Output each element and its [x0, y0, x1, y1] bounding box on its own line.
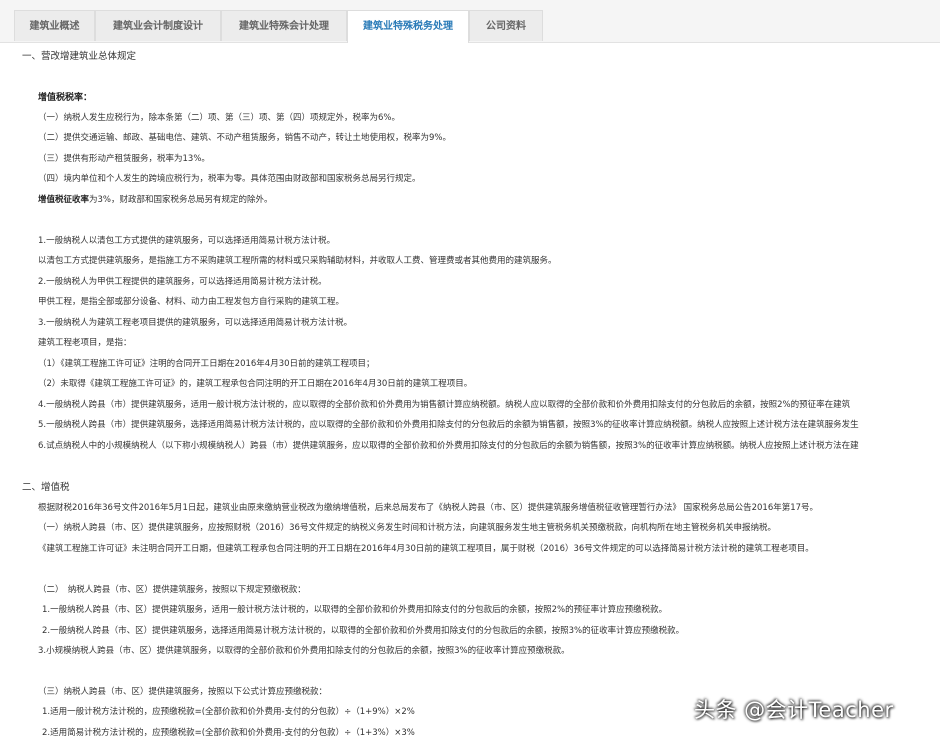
tab-industry-overview[interactable]: 建筑业概述	[14, 10, 95, 41]
paragraph: （一）纳税人跨县（市、区）提供建筑服务，应按照财税（2016）36号文件规定的纳…	[38, 523, 776, 533]
tab-company-info[interactable]: 公司资料	[469, 10, 543, 41]
rule-item: 6.试点纳税人中的小规模纳税人（以下称小规模纳税人）跨县（市）提供建筑服务，应以…	[38, 441, 859, 451]
section-heading: 二、增值税	[22, 482, 70, 493]
tab-special-tax[interactable]: 建筑业特殊税务处理	[347, 10, 469, 43]
subsection-heading: （二） 纳税人跨县（市、区）提供建筑服务，按照以下规定预缴税款：	[38, 585, 306, 595]
watermark: 头条 @会计Teacher	[694, 698, 894, 722]
levy-rate-line: 增值税征收率为3%，财政部和国家税务总局另有规定的除外。	[38, 194, 273, 206]
tab-accounting-system-design[interactable]: 建筑业会计制度设计	[95, 10, 221, 41]
subsection-heading: （三）纳税人跨县（市、区）提供建筑服务，按照以下公式计算应预缴税款：	[38, 687, 328, 697]
rule-item: 以清包工方式提供建筑服务，是指施工方不采购建筑工程所需的材料或只采购辅助材料，并…	[38, 256, 557, 266]
rule-item: 5.一般纳税人跨县（市）提供建筑服务，选择适用简易计税方法计税的，应以取得的全部…	[38, 420, 859, 430]
rule-item: 建筑工程老项目，是指：	[38, 338, 132, 348]
formula-item: 1.适用一般计税方法计税的，应预缴税款=(全部价款和价外费用-支付的分包款）÷（…	[42, 707, 415, 717]
vat-rate-heading: 增值税税率：	[38, 93, 93, 103]
rule-item: 4.一般纳税人跨县（市）提供建筑服务，适用一般计税方法计税的，应以取得的全部价款…	[38, 400, 851, 410]
tab-special-accounting[interactable]: 建筑业特殊会计处理	[221, 10, 347, 41]
levy-rate-label: 增值税征收率	[38, 195, 90, 205]
rule-item: 3.小规模纳税人跨县（市、区）提供建筑服务，以取得的全部价款和价外费用扣除支付的…	[38, 646, 570, 656]
rule-item: （2）未取得《建筑工程施工许可证》的，建筑工程承包合同注明的开工日期在2016年…	[38, 379, 473, 389]
vat-rate-item: （一）纳税人发生应税行为，除本条第（二）项、第（三）项、第（四）项规定外，税率为…	[38, 113, 400, 123]
paragraph: 《建筑工程施工许可证》未注明合同开工日期，但建筑工程承包合同注明的开工日期在20…	[38, 544, 814, 554]
tab-bar: 建筑业概述 建筑业会计制度设计 建筑业特殊会计处理 建筑业特殊税务处理 公司资料	[0, 0, 940, 43]
rule-item: 1.一般纳税人以清包工方式提供的建筑服务，可以选择适用简易计税方法计税。	[38, 236, 336, 246]
levy-rate-text: 为3%，财政部和国家税务总局另有规定的除外。	[89, 195, 273, 205]
article-content: 一、营改增建筑业总体规定 增值税税率： （一）纳税人发生应税行为，除本条第（二）…	[0, 43, 940, 740]
rule-item: 甲供工程，是指全部或部分设备、材料、动力由工程发包方自行采购的建筑工程。	[38, 297, 345, 307]
section-heading: 一、营改增建筑业总体规定	[22, 51, 137, 62]
vat-rate-item: （二）提供交通运输、邮政、基础电信、建筑、不动产租赁服务，销售不动产，转让土地使…	[38, 133, 451, 143]
vat-rate-item: （四）境内单位和个人发生的跨境应税行为，税率为零。具体范围由财政部和国家税务总局…	[38, 174, 421, 184]
rule-item: 3.一般纳税人为建筑工程老项目提供的建筑服务，可以选择适用简易计税方法计税。	[38, 318, 353, 328]
vat-rate-item: （三）提供有形动产租赁服务，税率为13%。	[38, 154, 210, 164]
rule-item: 2.一般纳税人为甲供工程提供的建筑服务，可以选择适用简易计税方法计税。	[38, 277, 327, 287]
paragraph: 根据财税2016年36号文件2016年5月1日起，建筑业由原来缴纳营业税改为缴纳…	[38, 503, 819, 513]
rule-item: 2.一般纳税人跨县（市、区）提供建筑服务，选择适用简易计税方法计税的，以取得的全…	[42, 626, 685, 636]
formula-item: 2.适用简易计税方法计税的，应预缴税款=(全部价款和价外费用-支付的分包款）÷（…	[42, 728, 415, 738]
rule-item: （1）《建筑工程施工许可证》注明的合同开工日期在2016年4月30日前的建筑工程…	[38, 359, 375, 369]
rule-item: 1.一般纳税人跨县（市、区）提供建筑服务，适用一般计税方法计税的，以取得的全部价…	[42, 605, 668, 615]
